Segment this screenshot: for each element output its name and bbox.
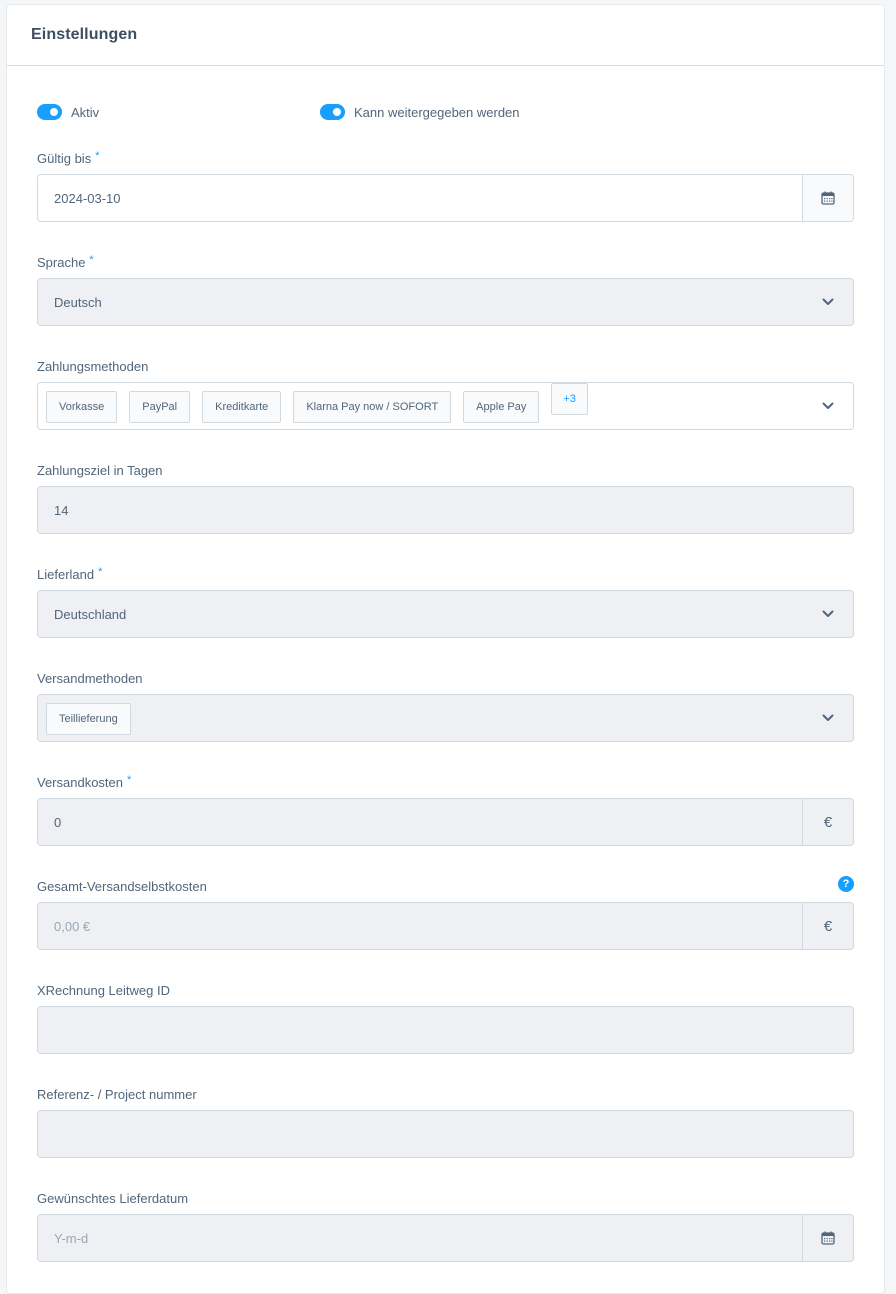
field-desired-delivery-date: Gewünschtes Lieferdatum Y-m-d bbox=[37, 1190, 854, 1262]
required-marker: * bbox=[98, 566, 103, 578]
toggle-switch-active[interactable] bbox=[37, 104, 62, 120]
chevron-down-icon bbox=[822, 610, 834, 617]
card-title: Einstellungen bbox=[31, 26, 138, 43]
payment-term-input[interactable]: 14 bbox=[37, 486, 854, 534]
required-marker: * bbox=[89, 254, 94, 266]
field-shipping-costs: Versandkosten * 0 € bbox=[37, 774, 854, 846]
chevron-down-icon bbox=[822, 402, 834, 409]
shipping-methods-label: Versandmethoden bbox=[37, 671, 143, 686]
euro-icon: € bbox=[802, 903, 853, 949]
shipping-methods-tags: Teillieferung bbox=[38, 695, 803, 741]
shipping-methods-select[interactable]: Teillieferung bbox=[37, 694, 854, 742]
chevron-down-icon bbox=[822, 714, 834, 721]
shipping-costs-value[interactable]: 0 bbox=[38, 815, 802, 830]
shipping-tag[interactable]: Teillieferung bbox=[46, 703, 131, 735]
shipping-methods-dropdown-toggle[interactable] bbox=[803, 695, 853, 741]
xrechnung-label: XRechnung Leitweg ID bbox=[37, 983, 170, 998]
delivery-country-label: Lieferland bbox=[37, 567, 95, 582]
field-xrechnung: XRechnung Leitweg ID bbox=[37, 982, 854, 1054]
delivery-country-select[interactable]: Deutschland bbox=[37, 590, 854, 638]
field-payment-term: Zahlungsziel in Tagen 14 bbox=[37, 462, 854, 534]
payment-term-value[interactable]: 14 bbox=[38, 503, 853, 518]
chevron-down-icon bbox=[822, 298, 834, 305]
valid-until-input[interactable]: 2024-03-10 bbox=[37, 174, 854, 222]
toggle-switch-transferable[interactable] bbox=[320, 104, 345, 120]
payment-tag[interactable]: PayPal bbox=[129, 391, 191, 423]
field-language: Sprache * Deutsch bbox=[37, 254, 854, 326]
reference-label: Referenz- / Project nummer bbox=[37, 1087, 197, 1102]
payment-tag[interactable]: Kreditkarte bbox=[202, 391, 282, 423]
shipping-costs-input[interactable]: 0 € bbox=[37, 798, 854, 846]
required-marker: * bbox=[127, 774, 132, 786]
payment-methods-select[interactable]: Vorkasse PayPal Kreditkarte Klarna Pay n… bbox=[37, 382, 854, 430]
field-delivery-country: Lieferland * Deutschland bbox=[37, 566, 854, 638]
field-total-shipping-cost: Gesamt-Versandselbstkosten ? 0,00 € € bbox=[37, 876, 854, 950]
toggle-active[interactable]: Aktiv bbox=[37, 104, 99, 120]
desired-delivery-date-label: Gewünschtes Lieferdatum bbox=[37, 1191, 189, 1206]
calendar-icon bbox=[821, 191, 835, 205]
toggles-row: Aktiv Kann weitergegeben werden bbox=[37, 104, 854, 124]
language-value: Deutsch bbox=[54, 294, 102, 310]
toggle-label-active: Aktiv bbox=[71, 104, 100, 120]
card-header: Einstellungen bbox=[7, 5, 884, 66]
more-tags-badge[interactable]: +3 bbox=[551, 383, 588, 415]
field-reference: Referenz- / Project nummer bbox=[37, 1086, 854, 1158]
payment-methods-dropdown-toggle[interactable] bbox=[803, 383, 853, 429]
settings-card: Einstellungen Aktiv Kann weitergegeben w… bbox=[6, 4, 885, 1294]
desired-delivery-date-input[interactable]: Y-m-d bbox=[37, 1214, 854, 1262]
delivery-country-dropdown-toggle[interactable] bbox=[803, 591, 853, 637]
payment-methods-label: Zahlungsmethoden bbox=[37, 359, 149, 374]
payment-methods-tags: Vorkasse PayPal Kreditkarte Klarna Pay n… bbox=[38, 383, 803, 429]
shipping-costs-label: Versandkosten bbox=[37, 775, 124, 790]
xrechnung-input[interactable] bbox=[37, 1006, 854, 1054]
total-shipping-cost-input: 0,00 € € bbox=[37, 902, 854, 950]
payment-tag[interactable]: Vorkasse bbox=[46, 391, 118, 423]
language-label: Sprache bbox=[37, 255, 86, 270]
field-valid-until: Gültig bis * 2024-03-10 bbox=[37, 150, 854, 222]
euro-icon: € bbox=[802, 799, 853, 845]
valid-until-label: Gültig bis bbox=[37, 151, 92, 166]
required-marker: * bbox=[95, 150, 100, 162]
field-shipping-methods: Versandmethoden Teillieferung bbox=[37, 670, 854, 742]
toggle-transferable[interactable]: Kann weitergegeben werden bbox=[320, 104, 520, 120]
payment-tag[interactable]: Klarna Pay now / SOFORT bbox=[293, 391, 452, 423]
total-shipping-cost-value: 0,00 € bbox=[54, 918, 91, 934]
language-dropdown-toggle[interactable] bbox=[803, 279, 853, 325]
field-payment-methods: Zahlungsmethoden Vorkasse PayPal Kreditk… bbox=[37, 358, 854, 430]
payment-term-label: Zahlungsziel in Tagen bbox=[37, 463, 163, 478]
calendar-icon bbox=[821, 1231, 835, 1245]
valid-until-value[interactable]: 2024-03-10 bbox=[38, 191, 802, 206]
reference-input[interactable] bbox=[37, 1110, 854, 1158]
language-select[interactable]: Deutsch bbox=[37, 278, 854, 326]
toggle-label-transferable: Kann weitergegeben werden bbox=[354, 104, 520, 120]
desired-delivery-date-placeholder[interactable]: Y-m-d bbox=[38, 1231, 802, 1246]
calendar-button[interactable] bbox=[802, 175, 853, 221]
calendar-button[interactable] bbox=[802, 1215, 853, 1261]
payment-tag[interactable]: Apple Pay bbox=[463, 391, 540, 423]
help-icon[interactable]: ? bbox=[838, 876, 854, 892]
delivery-country-value: Deutschland bbox=[54, 606, 127, 622]
total-shipping-cost-label: Gesamt-Versandselbstkosten bbox=[37, 879, 207, 894]
